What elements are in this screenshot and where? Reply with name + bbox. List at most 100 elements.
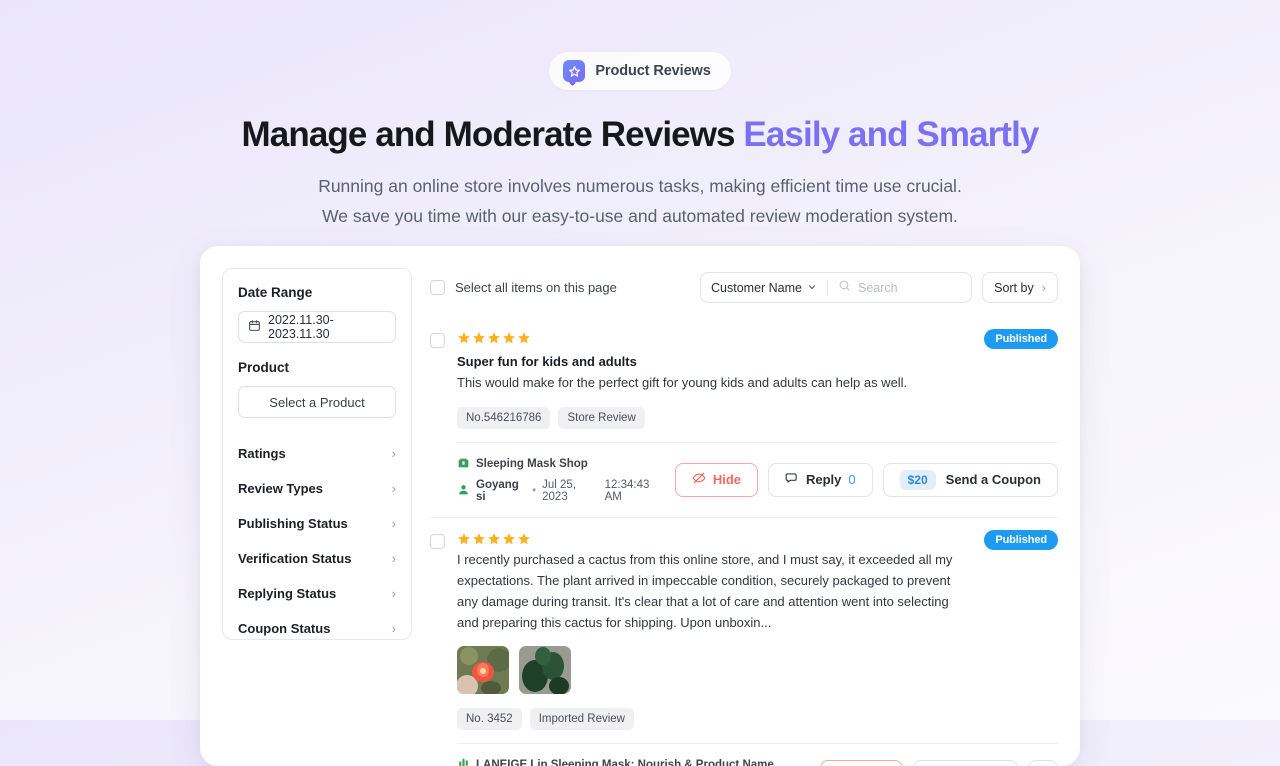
person-icon bbox=[457, 483, 470, 499]
review-time: 12:34:43 AM bbox=[604, 479, 650, 504]
product-name: LANEIGE Lip Sleeping Mask: Nourish & Pro… bbox=[476, 759, 774, 766]
coupon-label: Send a Coupon bbox=[945, 472, 1041, 488]
search-input[interactable]: Search bbox=[828, 279, 971, 297]
chevron-right-icon: › bbox=[391, 586, 396, 601]
review-actions: Hide Reply 0 bbox=[820, 759, 1058, 766]
review-date: Jul 25, 2023 bbox=[542, 479, 577, 504]
more-options-button[interactable] bbox=[1028, 759, 1058, 766]
reply-count: 0 bbox=[848, 472, 856, 488]
subtitle-line-1: Running an online store involves numerou… bbox=[318, 176, 962, 197]
review-meta: LANEIGE Lip Sleeping Mask: Nourish & Pro… bbox=[457, 757, 774, 766]
review-photo-thumbnail[interactable] bbox=[457, 646, 509, 695]
product-line: LANEIGE Lip Sleeping Mask: Nourish & Pro… bbox=[457, 757, 774, 766]
review-tag: No. 3452 bbox=[457, 708, 522, 731]
search-icon bbox=[838, 279, 851, 297]
sidebar-item-review-types[interactable]: Review Types › bbox=[238, 471, 396, 506]
filter-label: Replying Status bbox=[238, 586, 337, 601]
review-item: Super fun for kids and adults This would… bbox=[430, 317, 1058, 517]
review-tag: Imported Review bbox=[529, 708, 634, 731]
sidebar-item-replying-status[interactable]: Replying Status › bbox=[238, 576, 396, 611]
star-icon bbox=[488, 533, 500, 545]
hide-button[interactable]: Hide bbox=[820, 759, 904, 766]
reply-label: Reply bbox=[805, 472, 842, 488]
filters-sidebar: Date Range 2022.11.30-2023.11.30 Product… bbox=[222, 268, 412, 640]
sidebar-item-publishing-status[interactable]: Publishing Status › bbox=[238, 506, 396, 541]
reviews-toolbar: Select all items on this page Customer N… bbox=[430, 268, 1058, 317]
review-meta: Sleeping Mask Shop Goyang si • Jul 25, 2… bbox=[457, 456, 663, 503]
page-subtitle: Running an online store involves numerou… bbox=[0, 171, 1280, 231]
review-tag: No.546216786 bbox=[457, 407, 551, 430]
star-icon bbox=[518, 332, 530, 344]
search-scope-value: Customer Name bbox=[711, 280, 802, 295]
hero-section: Product Reviews Manage and Moderate Revi… bbox=[0, 0, 1280, 231]
rating-stars bbox=[457, 532, 972, 546]
sort-by-button[interactable]: Sort by › bbox=[982, 272, 1058, 303]
review-content: I recently purchased a cactus from this … bbox=[457, 532, 972, 731]
star-icon bbox=[458, 332, 470, 344]
filter-list: Ratings › Review Types › Publishing Stat… bbox=[238, 436, 396, 646]
reviews-main: Select all items on this page Customer N… bbox=[430, 268, 1058, 766]
review-content: Super fun for kids and adults This would… bbox=[457, 331, 972, 430]
filter-label: Verification Status bbox=[238, 551, 352, 566]
separator: • bbox=[532, 485, 537, 498]
star-icon bbox=[488, 332, 500, 344]
calendar-icon bbox=[248, 319, 261, 335]
star-icon bbox=[458, 533, 470, 545]
headline-main: Manage and Moderate Reviews bbox=[241, 115, 744, 154]
subtitle-line-2: We save you time with our easy-to-use an… bbox=[322, 206, 958, 227]
sidebar-item-ratings[interactable]: Ratings › bbox=[238, 436, 396, 471]
review-header: I recently purchased a cactus from this … bbox=[430, 530, 1058, 731]
app-preview-card: Date Range 2022.11.30-2023.11.30 Product… bbox=[200, 246, 1080, 766]
filter-label: Publishing Status bbox=[238, 516, 348, 531]
reply-button[interactable]: Reply 0 bbox=[913, 759, 1018, 766]
coupon-amount: $20 bbox=[899, 469, 936, 490]
chevron-right-icon: › bbox=[391, 621, 396, 636]
search-scope-dropdown[interactable]: Customer Name bbox=[701, 281, 827, 295]
send-coupon-button[interactable]: $20 Send a Coupon bbox=[882, 462, 1058, 497]
shop-line: Sleeping Mask Shop bbox=[457, 456, 663, 472]
review-text: I recently purchased a cactus from this … bbox=[457, 552, 953, 631]
review-checkbox[interactable] bbox=[430, 333, 445, 348]
review-photos bbox=[457, 646, 972, 695]
star-badge-icon bbox=[563, 60, 586, 82]
customer-location: Goyang si bbox=[476, 479, 519, 504]
select-all-checkbox[interactable] bbox=[430, 280, 445, 295]
filter-label: Review Types bbox=[238, 481, 324, 496]
star-icon bbox=[518, 533, 530, 545]
product-label: Product bbox=[238, 360, 290, 375]
search-bar[interactable]: Customer Name Search bbox=[700, 272, 972, 303]
badge-label: Product Reviews bbox=[595, 63, 711, 79]
hide-label: Hide bbox=[712, 472, 741, 488]
date-range-label: Date Range bbox=[238, 285, 313, 300]
review-tag: Store Review bbox=[558, 407, 645, 430]
date-range-input[interactable]: 2022.11.30-2023.11.30 bbox=[238, 311, 396, 343]
review-actions: Hide Reply 0 $20 Send a Coupon bbox=[674, 462, 1058, 497]
review-text: This would make for the perfect gift for… bbox=[457, 375, 908, 390]
review-footer: LANEIGE Lip Sleeping Mask: Nourish & Pro… bbox=[457, 743, 1058, 766]
review-checkbox[interactable] bbox=[430, 534, 445, 550]
sidebar-item-coupon-status[interactable]: Coupon Status › bbox=[238, 611, 396, 646]
chevron-right-icon: › bbox=[1041, 280, 1046, 295]
chevron-right-icon: › bbox=[391, 481, 396, 496]
product-reviews-badge: Product Reviews bbox=[549, 52, 731, 90]
hide-button[interactable]: Hide bbox=[674, 462, 758, 497]
search-placeholder: Search bbox=[858, 280, 898, 295]
chevron-right-icon: › bbox=[391, 446, 396, 461]
review-tags: No. 3452 Imported Review bbox=[457, 708, 972, 731]
star-icon bbox=[503, 332, 515, 344]
chevron-right-icon: › bbox=[391, 516, 396, 531]
review-title: Super fun for kids and adults bbox=[457, 354, 637, 369]
reply-button[interactable]: Reply 0 bbox=[767, 462, 873, 497]
filter-label: Coupon Status bbox=[238, 621, 331, 636]
status-badge: Published bbox=[984, 530, 1058, 551]
rating-stars bbox=[457, 331, 972, 345]
chevron-down-icon bbox=[807, 281, 817, 295]
sort-by-label: Sort by bbox=[994, 280, 1034, 295]
shop-icon bbox=[457, 456, 470, 472]
review-photo-thumbnail[interactable] bbox=[519, 646, 571, 695]
page-title: Manage and Moderate Reviews Easily and S… bbox=[0, 114, 1280, 155]
sidebar-item-verification-status[interactable]: Verification Status › bbox=[238, 541, 396, 576]
select-product-button[interactable]: Select a Product bbox=[238, 386, 396, 418]
shop-name: Sleeping Mask Shop bbox=[476, 458, 588, 471]
date-range-value: 2022.11.30-2023.11.30 bbox=[268, 313, 334, 341]
